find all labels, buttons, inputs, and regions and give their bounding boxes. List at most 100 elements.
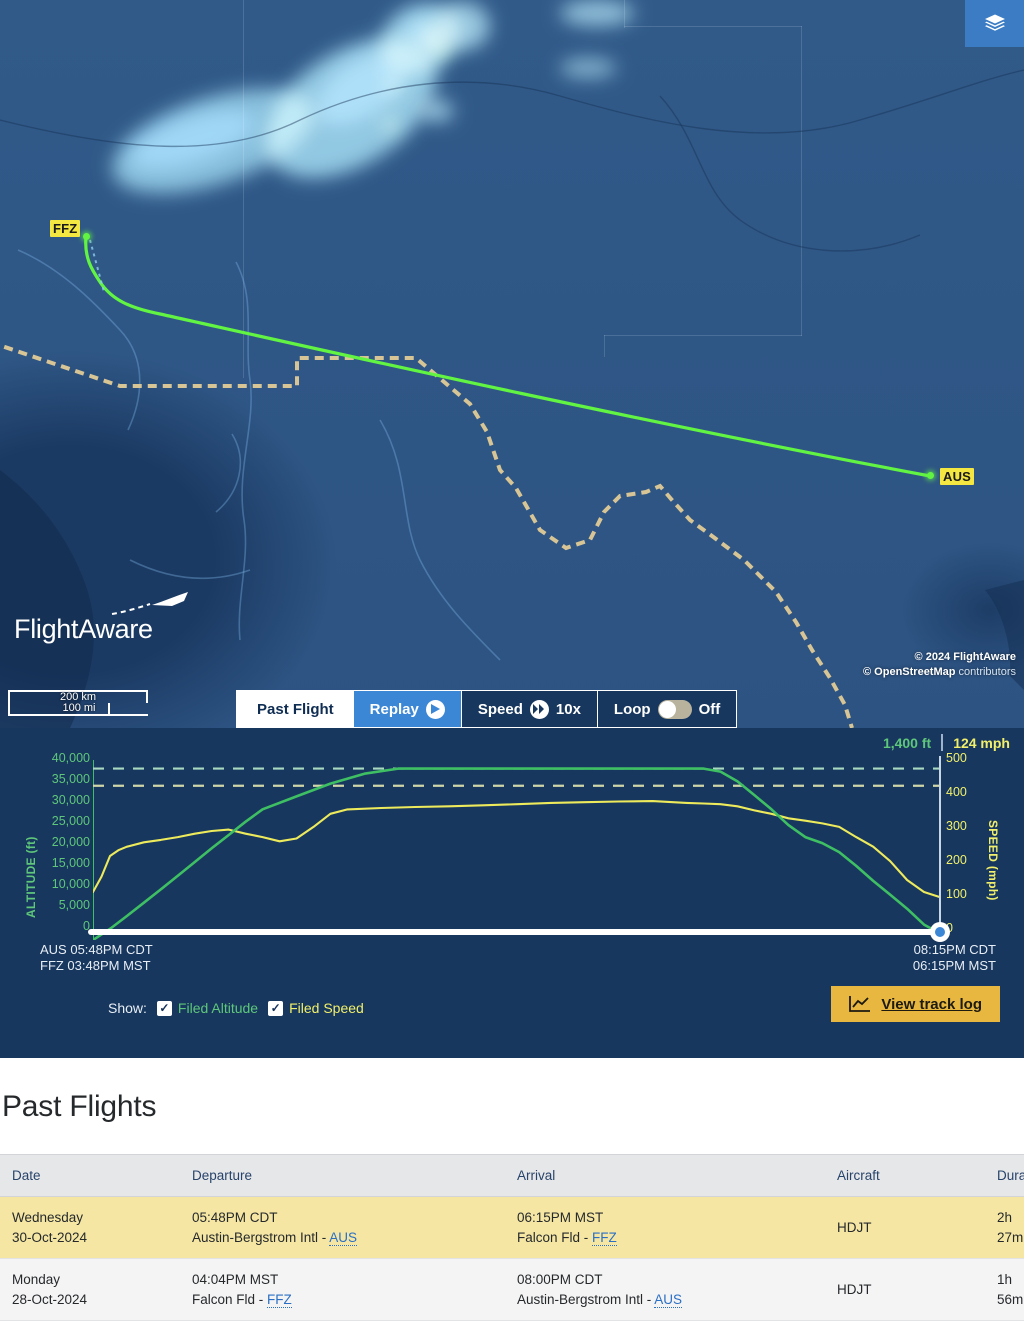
arrival-airport: Falcon Fld - FFZ — [517, 1229, 617, 1246]
chart-series-toggles[interactable]: Show: ✓ Filed Altitude ✓ Filed Speed — [108, 1000, 364, 1016]
altitude-axis-title: ALTITUDE (ft) — [24, 836, 38, 918]
checkbox-checkmark-icon: ✓ — [156, 1000, 172, 1016]
chart-timeline-track[interactable] — [88, 929, 943, 935]
origin-label-ffz[interactable]: FFZ — [50, 220, 81, 237]
map-scale-bar: 200 km 100 mi — [8, 690, 148, 716]
flightaware-wordmark: FlightAware — [14, 614, 153, 644]
arrival-airport: Austin-Bergstrom Intl - AUS — [517, 1291, 683, 1308]
speed-control[interactable]: Speed 10x — [460, 691, 597, 727]
speed-tick: 200 — [946, 853, 967, 867]
past-flights-table: Date Departure Arrival Aircraft Duration… — [0, 1154, 1024, 1321]
column-header-arrival[interactable]: Arrival — [507, 1154, 827, 1197]
altitude-tick: 40,000 — [51, 751, 90, 765]
arrival-time-mst: 06:15PM MST — [912, 958, 996, 974]
attribution-flightaware: © 2024 FlightAware — [914, 651, 1016, 664]
column-header-aircraft[interactable]: Aircraft — [827, 1154, 987, 1197]
altitude-tick: 15,000 — [51, 856, 90, 870]
cell-date: Monday 28-Oct-2024 — [0, 1258, 182, 1321]
readout-speed: 124 mph — [953, 734, 1010, 751]
chart-departure-times: AUS 05:48PM CDT FFZ 03:48PM MST — [40, 942, 153, 975]
flight-weekday: Monday — [12, 1272, 61, 1288]
chart-plot-area[interactable] — [93, 760, 941, 940]
speed-tick: 400 — [946, 785, 967, 799]
altitude-tick: 30,000 — [51, 793, 90, 807]
departure-airport-link[interactable]: FFZ — [267, 1291, 292, 1308]
attribution-osm: © OpenStreetMap — [863, 666, 956, 679]
cell-aircraft: HDJT — [827, 1258, 987, 1321]
chart-playhead-line — [939, 756, 941, 928]
fast-forward-icon — [529, 699, 549, 719]
cell-duration: 2h 27m — [987, 1196, 1024, 1260]
altitude-tick: 25,000 — [51, 814, 90, 828]
chart-arrival-times: 08:15PM CDT 06:15PM MST — [913, 942, 996, 975]
cell-departure: 04:04PM MST Falcon Fld - FFZ — [182, 1258, 507, 1321]
altitude-tick: 10,000 — [51, 877, 90, 891]
attribution-osm-suffix: contributors — [955, 666, 1016, 679]
cell-duration: 1h 56m — [987, 1258, 1024, 1321]
chart-svg — [93, 760, 941, 940]
departure-time-mst: FFZ 03:48PM MST — [40, 958, 151, 974]
table-row[interactable]: Wednesday 30-Oct-2024 05:48PM CDT Austin-Be… — [0, 1196, 1024, 1260]
view-track-log-label: View track log — [881, 995, 982, 1013]
arrival-airport-link[interactable]: FFZ — [592, 1229, 617, 1246]
column-header-duration[interactable]: Duration — [987, 1154, 1024, 1197]
arrival-time: 08:00PM CDT — [517, 1272, 603, 1288]
speed-tick: 300 — [946, 819, 967, 833]
layers-icon — [984, 14, 1005, 31]
loop-value: Off — [698, 700, 721, 718]
filed-speed-checkbox[interactable]: ✓ Filed Speed — [268, 1000, 364, 1016]
past-flights-section: Past Flights Date Departure Arrival Airc… — [0, 1058, 1024, 1321]
table-header-row: Date Departure Arrival Aircraft Duration — [0, 1154, 1024, 1197]
scale-mi-label: 100 mi — [62, 702, 96, 714]
cell-date: Wednesday 30-Oct-2024 — [0, 1196, 182, 1260]
readout-divider — [941, 734, 944, 751]
arrival-airport-link[interactable]: AUS — [654, 1291, 683, 1308]
departure-airport: Falcon Fld - FFZ — [192, 1291, 292, 1308]
play-icon — [425, 699, 445, 719]
arrival-time: 06:15PM MST — [517, 1210, 604, 1225]
past-flight-label: Past Flight — [257, 700, 334, 718]
chart-playhead-handle[interactable] — [930, 922, 950, 942]
flight-date: 28-Oct-2024 — [12, 1291, 88, 1307]
altitude-tick: 5,000 — [58, 898, 90, 912]
arrival-time-cdt: 08:15PM CDT — [913, 942, 996, 957]
destination-label-aus[interactable]: AUS — [940, 468, 975, 485]
replay-button[interactable]: Replay — [353, 691, 461, 727]
speed-label: Speed — [477, 700, 523, 718]
flight-map[interactable]: FFZ AUS FlightAware 200 km 100 mi © 2024… — [0, 0, 1024, 728]
altitude-speed-chart-panel[interactable]: 1,400 ft 124 mph 40,000 35,000 30,000 25… — [0, 728, 1024, 1058]
loop-label: Loop — [613, 700, 651, 718]
column-header-departure[interactable]: Departure — [182, 1154, 507, 1197]
speed-value: 10x — [555, 700, 581, 718]
departure-airport: Austin-Bergstrom Intl - AUS — [192, 1229, 358, 1246]
replay-control-bar[interactable]: Past Flight Replay Speed 10x Loop Off — [236, 690, 738, 728]
past-flight-tab[interactable]: Past Flight — [237, 691, 354, 727]
departure-time: 05:48PM CDT — [192, 1210, 278, 1225]
column-header-date[interactable]: Date — [0, 1154, 182, 1197]
departure-airport-link[interactable]: AUS — [329, 1229, 358, 1246]
map-layers-button[interactable] — [965, 0, 1024, 47]
filed-altitude-checkbox[interactable]: ✓ Filed Altitude — [156, 1000, 258, 1016]
readout-altitude: 1,400 ft — [882, 734, 932, 751]
flight-date: 30-Oct-2024 — [12, 1229, 88, 1245]
cell-arrival: 08:00PM CDT Austin-Bergstrom Intl - AUS — [507, 1258, 827, 1321]
loop-control[interactable]: Loop Off — [596, 691, 736, 727]
origin-marker-ffz[interactable] — [83, 233, 90, 240]
cell-aircraft: HDJT — [827, 1196, 987, 1260]
flight-tracker-page: FFZ AUS FlightAware 200 km 100 mi © 2024… — [0, 0, 1024, 1321]
chart-line-icon — [849, 996, 871, 1012]
destination-marker-aus[interactable] — [927, 472, 934, 479]
view-track-log-button[interactable]: View track log — [831, 986, 1000, 1022]
table-row[interactable]: Monday 28-Oct-2024 04:04PM MST Falcon Fld -… — [0, 1258, 1024, 1321]
flightaware-logo: FlightAware — [14, 592, 188, 650]
loop-toggle[interactable] — [657, 699, 692, 719]
checkbox-checkmark-icon: ✓ — [268, 1000, 284, 1016]
cell-arrival: 06:15PM MST Falcon Fld - FFZ — [507, 1196, 827, 1260]
past-flights-heading: Past Flights — [2, 1090, 157, 1123]
cell-departure: 05:48PM CDT Austin-Bergstrom Intl - AUS — [182, 1196, 507, 1260]
filed-speed-label: Filed Speed — [289, 1000, 364, 1016]
speed-axis: 500 400 300 200 100 0 — [946, 752, 986, 948]
map-attribution: © 2024 FlightAware © OpenStreetMap contr… — [863, 650, 1016, 680]
departure-time-cdt: AUS 05:48PM CDT — [40, 942, 153, 957]
altitude-tick: 20,000 — [51, 835, 90, 849]
